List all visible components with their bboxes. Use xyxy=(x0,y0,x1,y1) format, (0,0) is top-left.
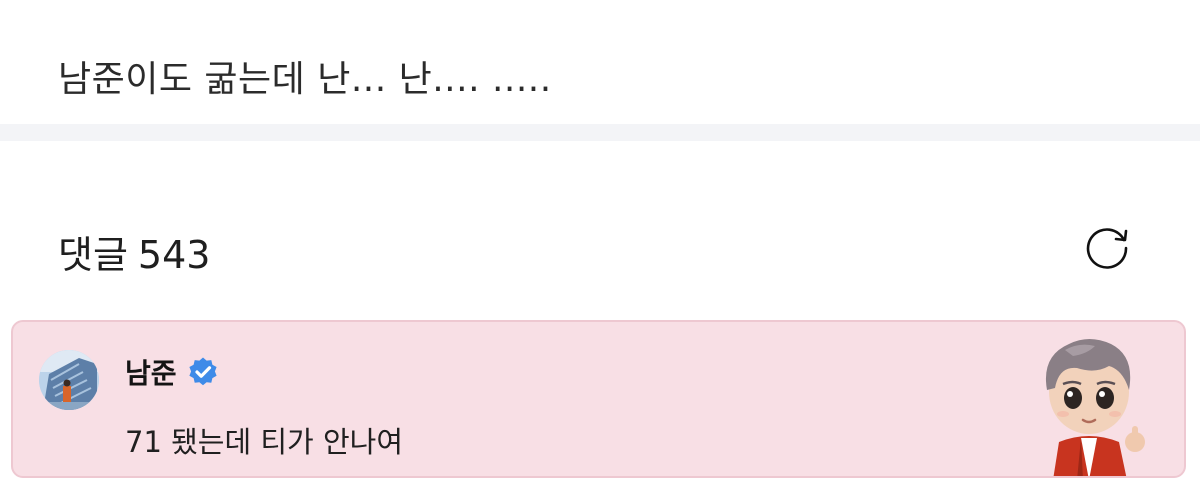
comments-label: 댓글 xyxy=(58,233,128,277)
author-avatar[interactable] xyxy=(39,350,99,410)
refresh-icon xyxy=(1086,228,1128,269)
character-sticker-image xyxy=(1045,339,1145,476)
verified-badge-icon xyxy=(188,357,217,386)
author-row: 남준 xyxy=(125,352,219,392)
refresh-button[interactable] xyxy=(1078,221,1136,275)
comment-page: 남준이도 굶는데 난... 난.... ..... 댓글 543 남준 71 됐… xyxy=(0,0,1200,493)
comments-header: 댓글 543 xyxy=(58,224,210,279)
avatar-photo xyxy=(39,350,99,410)
author-name[interactable]: 남준 xyxy=(125,352,177,392)
section-divider xyxy=(0,124,1200,141)
post-text: 남준이도 굶는데 난... 난.... ..... xyxy=(58,59,552,100)
comment-text: 71 됐는데 티가 안나여 xyxy=(125,425,403,459)
featured-comment-card[interactable]: 남준 71 됐는데 티가 안나여 xyxy=(11,320,1186,478)
comments-count: 543 xyxy=(137,233,211,277)
